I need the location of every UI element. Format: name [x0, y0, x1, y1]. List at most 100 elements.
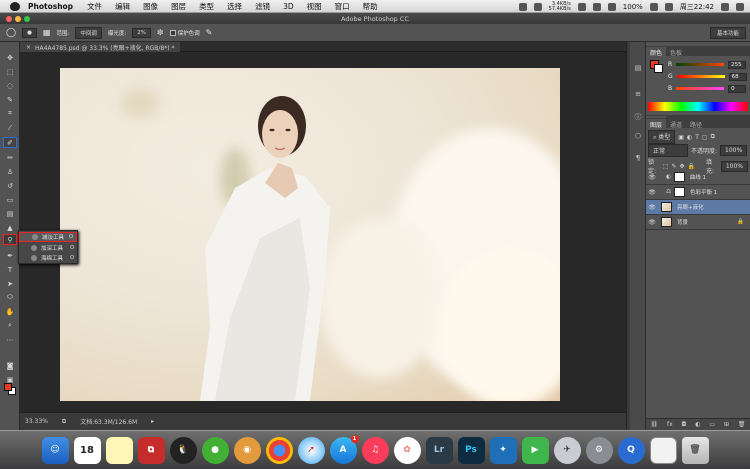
- layer-mask-thumb[interactable]: [673, 187, 685, 197]
- edit-toolbar-icon[interactable]: ⋯: [3, 334, 17, 345]
- export-icon[interactable]: ⧉: [62, 418, 66, 426]
- brush-panel-icon[interactable]: ▦: [43, 28, 51, 37]
- tab-channels[interactable]: 通道: [666, 119, 686, 129]
- filter-adjust-icon[interactable]: ◐: [687, 134, 692, 141]
- menu-image[interactable]: 图像: [143, 1, 158, 12]
- new-adjustment-icon[interactable]: ◐: [695, 421, 700, 428]
- dodge-tool-icon[interactable]: ⚲: [3, 234, 17, 245]
- volume-icon[interactable]: [607, 2, 616, 11]
- blend-mode-select[interactable]: 正常: [648, 144, 688, 157]
- visibility-eye-icon[interactable]: 👁: [646, 204, 658, 211]
- minimize-window-button[interactable]: [15, 15, 21, 22]
- menu-layer[interactable]: 图层: [171, 1, 186, 12]
- dodge-tool-preset-icon[interactable]: ◯: [6, 28, 16, 38]
- notes-icon[interactable]: [105, 436, 133, 464]
- safari-icon[interactable]: ➚: [297, 436, 325, 464]
- tab-layers[interactable]: 图层: [646, 119, 667, 129]
- apple-icon[interactable]: [10, 1, 20, 11]
- facetime-icon[interactable]: ▶: [521, 436, 549, 464]
- hand-tool-icon[interactable]: ✋: [3, 306, 17, 317]
- info-panel-icon[interactable]: ⓘ: [633, 112, 643, 122]
- xcode-icon[interactable]: ✦: [489, 436, 517, 464]
- tab-paths[interactable]: 路径: [686, 119, 706, 129]
- range-select[interactable]: 中间调: [75, 26, 102, 39]
- eraser-tool-icon[interactable]: ▭: [3, 194, 17, 205]
- layer-row-active[interactable]: 👁 亮眼+液化: [646, 200, 750, 215]
- move-tool-icon[interactable]: ✥: [3, 52, 17, 63]
- filter-shape-icon[interactable]: ▢: [702, 134, 708, 141]
- menu-file[interactable]: 文件: [87, 1, 102, 12]
- close-tab-icon[interactable]: ×: [26, 44, 31, 51]
- brush-size-picker[interactable]: ●: [22, 27, 37, 38]
- layer-thumb[interactable]: [661, 202, 672, 212]
- layer-filter-select[interactable]: ⌕ 类型: [648, 130, 676, 144]
- visibility-eye-icon[interactable]: 👁: [646, 189, 658, 196]
- document-tab[interactable]: × HA4A4785.psd @ 33.3% (亮眼+液化, RGB/8*) *: [20, 42, 181, 52]
- wifi-icon[interactable]: [592, 2, 601, 11]
- trash-icon[interactable]: 🗑: [681, 436, 709, 464]
- flyout-sponge-tool[interactable]: 海绵工具 O: [19, 253, 77, 263]
- chrome-icon[interactable]: [265, 436, 293, 464]
- add-mask-icon[interactable]: ◘: [682, 421, 687, 428]
- launchpad-icon[interactable]: ✈: [553, 436, 581, 464]
- green-value[interactable]: 68: [728, 72, 747, 81]
- exposure-input[interactable]: 2%: [132, 27, 151, 38]
- crop-tool-icon[interactable]: ⌗: [3, 108, 17, 119]
- filter-pixel-icon[interactable]: ▣: [678, 134, 684, 141]
- layer-mask-thumb[interactable]: [673, 172, 685, 182]
- photoshop-icon[interactable]: Ps: [457, 436, 485, 464]
- zoom-window-button[interactable]: [24, 15, 30, 22]
- qq-tray-icon[interactable]: [533, 2, 542, 11]
- delete-layer-icon[interactable]: 🗑: [738, 421, 746, 428]
- menu-filter[interactable]: 滤镜: [255, 1, 270, 12]
- battery-icon[interactable]: [649, 2, 658, 11]
- app-store-icon[interactable]: A1: [329, 434, 359, 464]
- pen-tool-icon[interactable]: ✒: [3, 250, 17, 261]
- clone-stamp-tool-icon[interactable]: ♙: [3, 166, 17, 177]
- flyout-dodge-tool[interactable]: 减淡工具 O: [19, 232, 77, 242]
- bluetooth-icon[interactable]: [577, 2, 586, 11]
- blue-value[interactable]: 0: [728, 84, 747, 93]
- layer-row[interactable]: 👁 背景 🔒: [646, 215, 750, 230]
- system-preferences-icon[interactable]: ⚙: [585, 436, 613, 464]
- menu-edit[interactable]: 编辑: [115, 1, 130, 12]
- clock[interactable]: 周三22:42: [680, 2, 714, 12]
- photo-canvas[interactable]: [60, 68, 560, 401]
- menu-help[interactable]: 帮助: [363, 1, 378, 12]
- lightroom-icon[interactable]: Lr: [425, 436, 453, 464]
- type-tool-icon[interactable]: T: [3, 264, 17, 275]
- layer-style-icon[interactable]: fx: [667, 421, 673, 428]
- filter-smart-icon[interactable]: ⧉: [711, 133, 715, 141]
- airbrush-icon[interactable]: ✼: [157, 28, 164, 37]
- green-slider[interactable]: [676, 75, 725, 78]
- lock-position-icon[interactable]: ✥: [680, 163, 685, 170]
- red-value[interactable]: 255: [728, 60, 747, 69]
- status-menu-arrow-icon[interactable]: ▸: [151, 418, 154, 425]
- gradient-tool-icon[interactable]: ▤: [3, 208, 17, 219]
- paragraph-panel-icon[interactable]: ¶: [633, 154, 643, 164]
- history-brush-tool-icon[interactable]: ↺: [3, 180, 17, 191]
- protect-tones-checkbox[interactable]: 保护色调: [169, 29, 200, 37]
- opacity-input[interactable]: 100%: [720, 145, 748, 156]
- eyedropper-tool-icon[interactable]: ⁄: [3, 122, 17, 133]
- documents-stack-icon[interactable]: [649, 436, 677, 464]
- brush-tool-icon[interactable]: ✏: [3, 152, 17, 163]
- 3d-panel-icon[interactable]: ⬡: [633, 132, 643, 142]
- menu-select[interactable]: 选择: [227, 1, 242, 12]
- filter-type-icon[interactable]: T: [695, 134, 699, 141]
- itunes-icon[interactable]: ♫: [361, 436, 389, 464]
- blur-tool-icon[interactable]: ▲: [3, 222, 17, 233]
- parallels-icon[interactable]: ⧉: [137, 436, 165, 464]
- flyout-burn-tool[interactable]: 加深工具 O: [19, 243, 77, 253]
- layer-row[interactable]: 👁 ⚖ 色彩平衡 1: [646, 185, 750, 200]
- lock-pixels-icon[interactable]: ✎: [671, 163, 676, 170]
- shape-tool-icon[interactable]: ⬭: [3, 292, 17, 303]
- quick-select-tool-icon[interactable]: ✎: [3, 94, 17, 105]
- panel-background-swatch[interactable]: [654, 64, 663, 73]
- lasso-tool-icon[interactable]: ◌: [3, 80, 17, 91]
- quicktime-icon[interactable]: Q: [617, 436, 645, 464]
- qq-icon[interactable]: 🐧: [169, 436, 197, 464]
- properties-panel-icon[interactable]: ≡: [633, 90, 643, 100]
- lock-transparent-icon[interactable]: ⬚: [663, 163, 669, 170]
- close-window-button[interactable]: [6, 15, 12, 22]
